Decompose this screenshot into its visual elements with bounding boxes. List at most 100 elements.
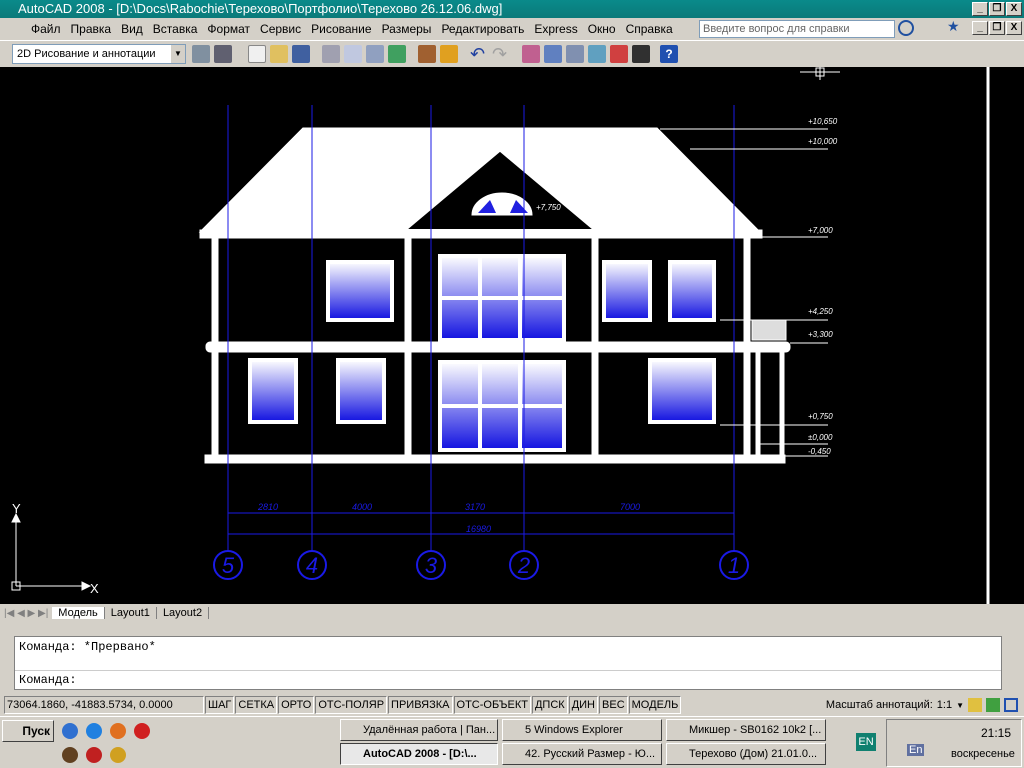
menu-insert[interactable]: Вставка (148, 22, 203, 36)
axis-label: 1 (728, 553, 740, 578)
properties-icon[interactable] (522, 45, 540, 63)
elevation-label: +3,300 (808, 330, 833, 339)
save-icon[interactable] (292, 45, 310, 63)
tray-settings-icon[interactable] (986, 698, 1000, 712)
chevron-down-icon: ▼ (171, 45, 185, 63)
clock-time[interactable]: 21:15 (981, 726, 1011, 740)
command-prompt[interactable]: Команда: (15, 670, 1001, 689)
quicklaunch-icon[interactable] (86, 747, 102, 763)
elevation-label: +10,000 (808, 137, 838, 146)
calculator-icon[interactable] (632, 45, 650, 63)
ducs-toggle[interactable]: ДПСК (531, 696, 568, 714)
menu-express[interactable]: Express (529, 22, 582, 36)
model-toggle[interactable]: МОДЕЛЬ (628, 696, 682, 714)
web-icon[interactable] (388, 45, 406, 63)
tab-navigation-arrows[interactable]: |◀ ◀ ▶ ▶| (0, 608, 52, 619)
firefox-icon[interactable] (110, 723, 126, 739)
tray-language[interactable]: En (907, 744, 925, 756)
elevation-label: ±0,000 (808, 433, 833, 442)
start-button[interactable]: Пуск (2, 720, 54, 742)
quicklaunch-icon[interactable] (62, 747, 78, 763)
dimension-label: 2810 (257, 502, 278, 512)
lock-icon[interactable] (968, 698, 982, 712)
elevation-label: +0,750 (808, 412, 833, 421)
task-remote-work[interactable]: Удалённая работа | Пан... (340, 719, 498, 741)
snap-toggle[interactable]: ШАГ (205, 696, 235, 714)
doc-close-button[interactable]: X (1006, 21, 1022, 35)
quicklaunch-icon[interactable] (110, 747, 126, 763)
elevation-label: +7,750 (536, 203, 561, 212)
workspace-select[interactable]: 2D Рисование и аннотации ▼ (12, 44, 186, 64)
ucs-x-label: X (90, 581, 99, 596)
total-dimension-label: 16980 (466, 524, 491, 534)
design-center-icon[interactable] (544, 45, 562, 63)
menu-dimension[interactable]: Размеры (377, 22, 437, 36)
menu-view[interactable]: Вид (116, 22, 148, 36)
restore-button[interactable]: ❐ (989, 2, 1005, 16)
tab-layout1[interactable]: Layout1 (105, 607, 157, 619)
grid-toggle[interactable]: СЕТКА (235, 696, 278, 714)
window-title: AutoCAD 2008 - [D:\Docs\Rabochie\Терехов… (18, 1, 503, 16)
task-autocad[interactable]: AutoCAD 2008 - [D:\... (340, 743, 498, 765)
dimension-label: 7000 (620, 502, 640, 512)
elevation-label: -0,450 (808, 447, 831, 456)
ucs-y-label: Y (12, 501, 21, 516)
drawing-canvas[interactable]: 2810 4000 3170 7000 16980 5 4 3 2 1 +10,… (0, 67, 1024, 604)
workspace-save-icon[interactable] (214, 45, 232, 63)
markup-icon[interactable] (610, 45, 628, 63)
menu-tools[interactable]: Сервис (255, 22, 306, 36)
menu-format[interactable]: Формат (202, 22, 255, 36)
match-properties-icon[interactable] (418, 45, 436, 63)
dimension-label: 4000 (352, 502, 372, 512)
help-search-input[interactable]: Введите вопрос для справки (699, 20, 895, 38)
lwt-toggle[interactable]: ВЕС (599, 696, 628, 714)
elevation-label: +4,250 (808, 307, 833, 316)
tool-palettes-icon[interactable] (566, 45, 584, 63)
menu-window[interactable]: Окно (583, 22, 621, 36)
search-icon[interactable] (898, 20, 914, 36)
minimize-button[interactable]: _ (972, 2, 988, 16)
polar-toggle[interactable]: ОТС-ПОЛЯР (315, 696, 388, 714)
annotation-scale-select[interactable]: 1:1 (937, 699, 952, 711)
open-icon[interactable] (270, 45, 288, 63)
menu-edit[interactable]: Правка (66, 22, 117, 36)
menu-draw[interactable]: Рисование (306, 22, 376, 36)
new-icon[interactable] (248, 45, 266, 63)
osnap-toggle[interactable]: ПРИВЯЗКА (388, 696, 453, 714)
menu-modify[interactable]: Редактировать (436, 22, 529, 36)
doc-minimize-button[interactable]: _ (972, 21, 988, 35)
otrack-toggle[interactable]: ОТС-ОБЪЕКТ (453, 696, 531, 714)
quicklaunch-icon[interactable] (62, 723, 78, 739)
print-icon[interactable] (322, 45, 340, 63)
ie-icon[interactable] (86, 723, 102, 739)
task-russian-size[interactable]: 42. Русский Размер - Ю... (502, 743, 662, 765)
close-button[interactable]: X (1006, 2, 1022, 16)
ucs-icon (11, 512, 92, 591)
undo-icon[interactable]: ↶ (470, 45, 488, 63)
doc-restore-button[interactable]: ❐ (989, 21, 1005, 35)
clean-screen-icon[interactable] (1004, 698, 1018, 712)
dyn-toggle[interactable]: ДИН (568, 696, 599, 714)
language-indicator[interactable]: EN (856, 733, 876, 751)
menu-file[interactable]: Файл (26, 22, 66, 36)
brush-icon[interactable] (440, 45, 458, 63)
redo-icon[interactable]: ↷ (492, 45, 510, 63)
sheet-set-icon[interactable] (588, 45, 606, 63)
print-preview-icon[interactable] (344, 45, 362, 63)
tab-layout2[interactable]: Layout2 (157, 607, 210, 619)
chevron-down-icon[interactable]: ▼ (956, 701, 964, 710)
task-mixer[interactable]: Микшер - SB0162 10k2 [... (666, 719, 826, 741)
publish-icon[interactable] (366, 45, 384, 63)
help-icon[interactable]: ? (660, 45, 678, 63)
windows (248, 254, 716, 452)
task-windows-explorer[interactable]: 5 Windows Explorer (502, 719, 662, 741)
task-terekhovo[interactable]: Терехово (Дом) 21.01.0... (666, 743, 826, 765)
ortho-toggle[interactable]: ОРТО (278, 696, 315, 714)
tab-model[interactable]: Модель (52, 607, 105, 619)
workspace-settings-icon[interactable] (192, 45, 210, 63)
favorites-star-icon[interactable]: ★ (947, 18, 960, 35)
axis-label: 3 (425, 553, 438, 578)
menu-help[interactable]: Справка (621, 22, 678, 36)
command-window[interactable]: Команда: *Прервано* Команда: (14, 636, 1002, 690)
opera-icon[interactable] (134, 723, 150, 739)
